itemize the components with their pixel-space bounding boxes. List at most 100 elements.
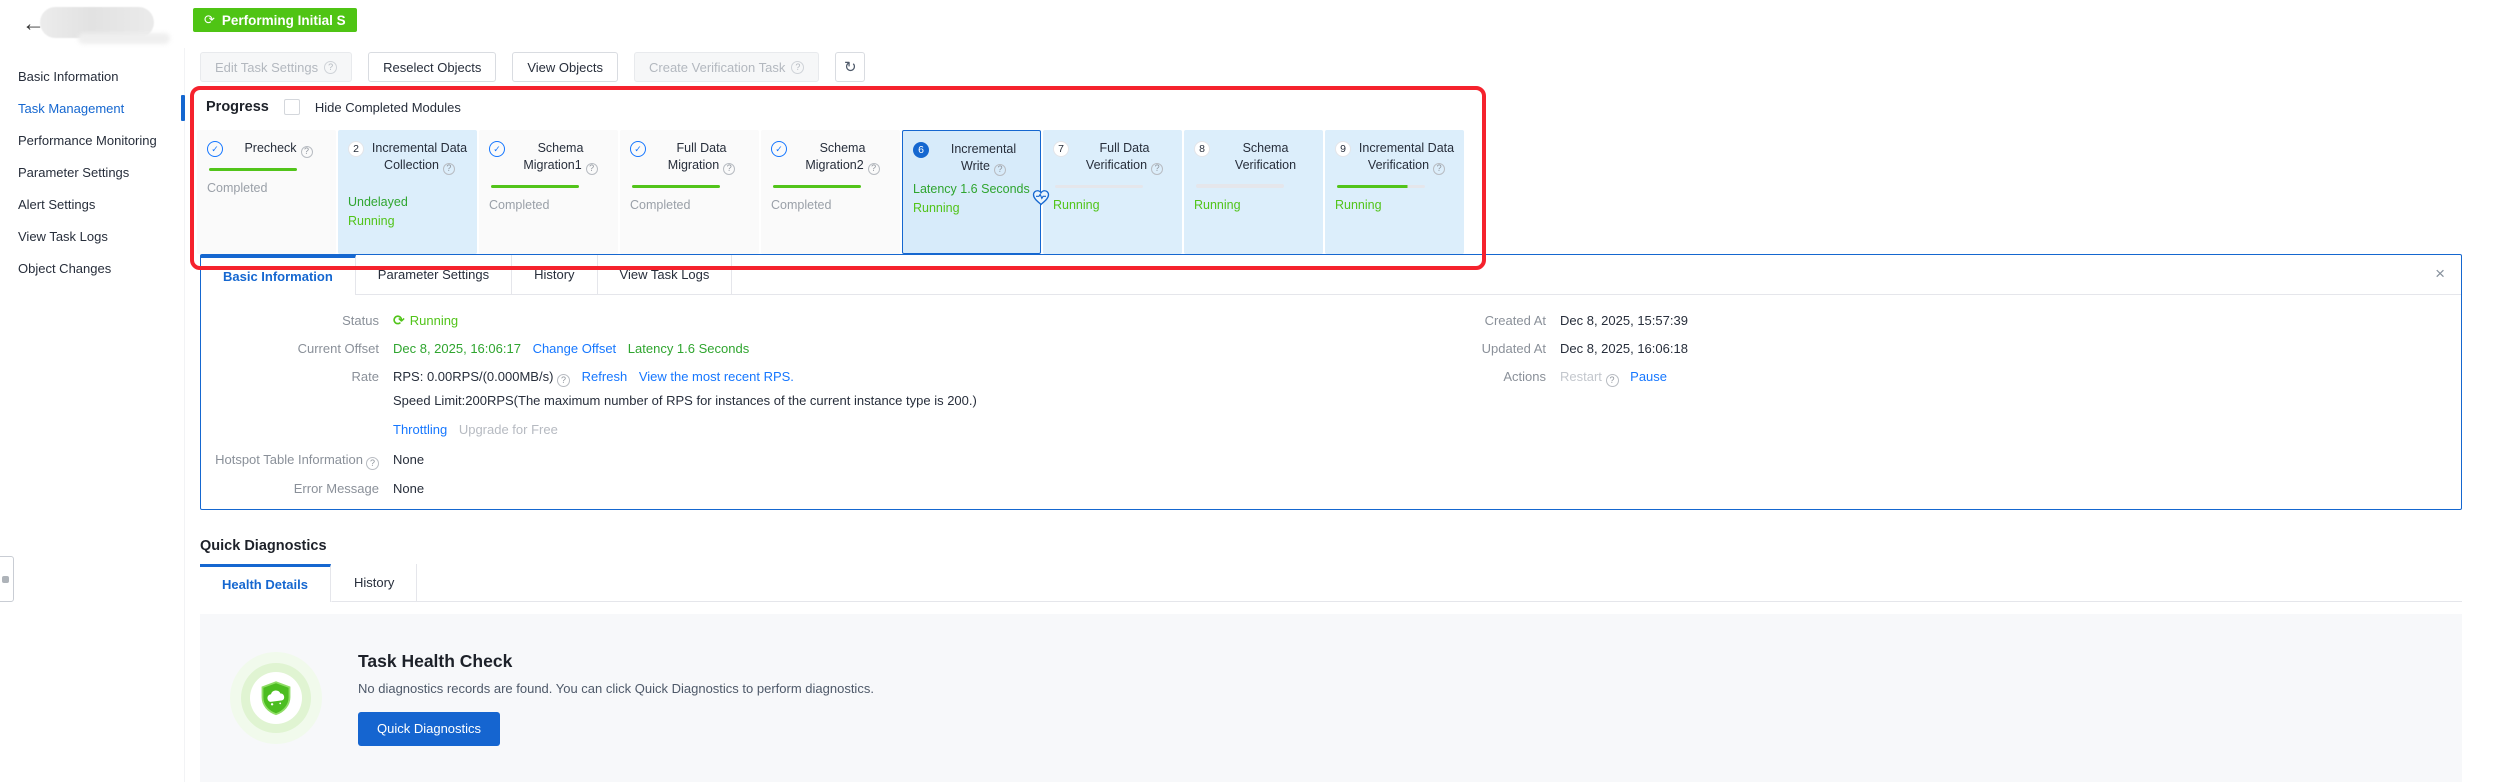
tab-view-task-logs[interactable]: View Task Logs: [597, 255, 733, 295]
step-number-icon-active: 6: [913, 142, 929, 158]
help-icon[interactable]: ?: [557, 374, 571, 387]
help-icon[interactable]: ?: [723, 162, 736, 175]
progress-line: [209, 167, 297, 171]
tab-label: Basic Information: [223, 269, 333, 284]
updated-at-value: Dec 8, 2025, 16:06:18: [1560, 341, 1688, 356]
help-icon: ?: [791, 60, 805, 74]
sidebar-item-alert-settings[interactable]: Alert Settings: [0, 188, 184, 220]
error-message-value: None: [393, 481, 425, 496]
created-at-value: Dec 8, 2025, 15:57:39: [1560, 313, 1688, 328]
restart-button[interactable]: Restart: [1560, 369, 1602, 384]
tabs-filler: [732, 255, 2461, 295]
tab-basic-information[interactable]: Basic Information: [201, 255, 356, 295]
sidebar-item-label: Performance Monitoring: [18, 132, 157, 148]
tab-qd-history[interactable]: History: [330, 564, 418, 602]
help-icon[interactable]: ?: [366, 457, 379, 470]
quick-diagnostics-button[interactable]: Quick Diagnostics: [358, 711, 501, 746]
active-indicator: [181, 95, 185, 121]
meta-fields: Created At Dec 8, 2025, 15:57:39 Updated…: [1386, 311, 1688, 396]
progress-line: [773, 184, 861, 188]
sidebar-item-parameter-settings[interactable]: Parameter Settings: [0, 156, 184, 188]
create-verification-task-button[interactable]: Create Verification Task ?: [634, 52, 820, 82]
step-number-icon: 8: [1194, 141, 1210, 157]
edit-task-settings-button[interactable]: Edit Task Settings ?: [200, 52, 353, 82]
handle-dot-icon: [2, 575, 9, 583]
sidebar-item-basic-information[interactable]: Basic Information: [0, 60, 184, 92]
refresh-rps-link[interactable]: Refresh: [582, 369, 628, 384]
module-card-schema-migration2[interactable]: ✓ Schema Migration2? Completed: [761, 130, 900, 254]
hotspot-label-text: Hotspot Table Information: [215, 452, 363, 467]
reselect-objects-button[interactable]: Reselect Objects: [368, 52, 497, 82]
upgrade-for-free-label[interactable]: Upgrade for Free: [459, 422, 558, 437]
tab-label: View Task Logs: [619, 267, 710, 282]
hotspot-value: None: [393, 452, 425, 467]
module-status: Running: [913, 200, 960, 215]
tab-parameter-settings[interactable]: Parameter Settings: [355, 255, 513, 295]
throttling-link[interactable]: Throttling: [393, 422, 447, 437]
module-card-precheck[interactable]: ✓ Precheck? Completed: [197, 130, 336, 254]
sync-icon: ⟳: [204, 12, 215, 27]
help-icon[interactable]: ?: [867, 162, 880, 175]
help-icon[interactable]: ?: [585, 162, 598, 175]
module-title: Schema Migration2: [805, 141, 866, 172]
status-badge: ⟳ Performing Initial S: [193, 8, 357, 32]
progress-line: [1055, 184, 1143, 188]
module-card-full-data-verification[interactable]: 7 Full Data Verification? Running: [1043, 130, 1182, 254]
health-shield-icon: [230, 652, 322, 744]
quick-diagnostics-title: Quick Diagnostics: [200, 538, 327, 554]
module-status: Running: [1053, 198, 1100, 212]
module-card-schema-verification[interactable]: 8 Schema Verification Running: [1184, 130, 1323, 254]
module-status: Completed: [207, 181, 268, 195]
health-check-description: No diagnostics records are found. You ca…: [358, 680, 874, 696]
created-at-label: Created At: [1484, 313, 1546, 328]
help-icon: ?: [324, 60, 338, 74]
help-icon[interactable]: ?: [1433, 162, 1446, 175]
step-number-icon: 9: [1335, 141, 1351, 157]
tabs-filler: [417, 564, 2462, 602]
module-title: Precheck: [244, 141, 297, 155]
help-icon[interactable]: ?: [1605, 374, 1619, 387]
module-status: Completed: [771, 198, 832, 212]
module-card-schema-migration1[interactable]: ✓ Schema Migration1? Completed: [479, 130, 618, 254]
sidebar: Basic Information Task Management Perfor…: [0, 48, 185, 782]
sidebar-item-task-management[interactable]: Task Management: [0, 92, 185, 124]
help-icon[interactable]: ?: [993, 163, 1006, 176]
module-status: Completed: [630, 198, 691, 212]
status-value: Running: [409, 313, 459, 328]
close-icon[interactable]: ×: [2435, 265, 2445, 282]
sync-icon: ⟳: [393, 312, 405, 328]
sidebar-item-performance-monitoring[interactable]: Performance Monitoring: [0, 124, 184, 156]
refresh-icon: ↻: [844, 59, 857, 76]
module-title: Schema Verification: [1234, 141, 1297, 172]
pause-button[interactable]: Pause: [1630, 369, 1667, 384]
collapsed-panel-handle[interactable]: [0, 556, 14, 602]
rate-label: Rate: [351, 369, 379, 384]
sidebar-item-view-task-logs[interactable]: View Task Logs: [0, 220, 184, 252]
help-icon[interactable]: ?: [1151, 162, 1164, 175]
progress-line: [1337, 184, 1425, 188]
health-heartbeat-icon[interactable]: [1031, 187, 1051, 207]
module-status: Running: [1194, 197, 1241, 212]
tab-health-details[interactable]: Health Details: [200, 564, 331, 602]
view-recent-rps-link[interactable]: View the most recent RPS.: [639, 369, 794, 384]
module-card-incremental-data-verification[interactable]: 9 Incremental Data Verification? Running: [1325, 130, 1464, 254]
button-label: Edit Task Settings: [215, 59, 319, 75]
module-title: Schema Migration1: [523, 141, 584, 172]
module-status: Running: [348, 213, 395, 228]
tab-history[interactable]: History: [512, 255, 598, 295]
change-offset-link[interactable]: Change Offset: [533, 341, 617, 356]
sidebar-item-object-changes[interactable]: Object Changes: [0, 252, 184, 284]
help-icon[interactable]: ?: [442, 162, 455, 175]
hide-completed-checkbox[interactable]: [283, 99, 300, 115]
step-number-icon: 7: [1053, 141, 1069, 157]
module-card-incremental-data-collection[interactable]: 2 Incremental Data Collection? Undelayed…: [338, 130, 477, 254]
module-card-incremental-write[interactable]: 6 Incremental Write? Latency 1.6 Seconds…: [902, 130, 1050, 254]
current-offset-time: Dec 8, 2025, 16:06:17: [393, 341, 521, 356]
updated-at-label: Updated At: [1481, 341, 1546, 356]
module-card-full-data-migration[interactable]: ✓ Full Data Migration? Completed: [620, 130, 759, 254]
view-objects-button[interactable]: View Objects: [512, 52, 618, 82]
module-status: Completed: [489, 198, 550, 212]
module-title: Full Data Verification: [1085, 141, 1150, 172]
help-icon[interactable]: ?: [300, 145, 313, 158]
refresh-button[interactable]: ↻: [835, 52, 866, 82]
